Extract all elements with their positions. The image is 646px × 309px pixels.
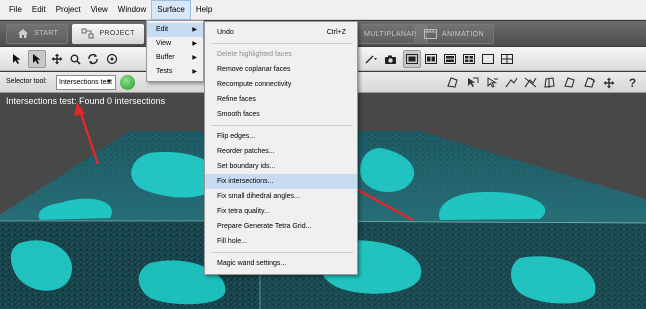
menu-separator — [211, 252, 353, 253]
layout-empty-icon[interactable] — [479, 50, 497, 68]
tab-animation-label: ANIMATION — [442, 30, 484, 38]
surface-menu-tests[interactable]: Tests ▶ — [147, 65, 203, 79]
surface-menu-edit[interactable]: Edit ▶ — [147, 23, 203, 37]
move-icon[interactable] — [48, 50, 66, 68]
menu-separator — [211, 125, 353, 126]
menu-item-delete-highlighted-faces: Delete highlighted faces — [217, 51, 292, 58]
submenu-arrow-icon: ▶ — [192, 69, 197, 75]
pointer-icon[interactable] — [8, 50, 26, 68]
menu-item-fill-hole[interactable]: Fill hole... — [205, 234, 357, 249]
home-icon — [16, 28, 29, 39]
layout-single-icon[interactable] — [403, 50, 421, 68]
menu-item-magic-wand-settings[interactable]: Magic wand settings... — [205, 256, 357, 271]
surface-menu-view-label: View — [156, 40, 172, 47]
pick-edge-icon[interactable] — [484, 74, 501, 91]
snapshot-icon[interactable] — [381, 50, 399, 68]
menu-item-prepare-generate-tetra-grid[interactable]: Prepare Generate Tetra Grid... — [205, 219, 357, 234]
lasso-select-icon[interactable] — [444, 74, 461, 91]
project-icon — [81, 28, 94, 39]
rotate-icon[interactable] — [84, 50, 102, 68]
layout-split-icon[interactable] — [422, 50, 440, 68]
menu-item-fix-intersections[interactable]: Fix intersections... — [205, 174, 357, 189]
menu-project[interactable]: Project — [51, 0, 86, 20]
menu-item-refine-faces[interactable]: Refine faces — [205, 92, 357, 107]
menu-item-flip-edges[interactable]: Flip edges... — [205, 129, 357, 144]
selector-tool-dropdown[interactable]: Intersections test ▼ — [56, 75, 116, 90]
surface-menu-tests-label: Tests — [156, 68, 173, 75]
polygon-deselect-icon[interactable] — [581, 74, 598, 91]
pick-patch-icon[interactable] — [541, 74, 558, 91]
submenu-arrow-icon: ▶ — [192, 41, 197, 47]
zoom-icon[interactable] — [66, 50, 84, 68]
menu-window[interactable]: Window — [113, 0, 151, 20]
menu-file[interactable]: File — [4, 0, 27, 20]
status-message: Intersections test: Found 0 intersection… — [6, 96, 166, 106]
surface-menu-buffer-label: Buffer — [156, 54, 175, 61]
menu-edit[interactable]: Edit — [27, 0, 51, 20]
selector-tool-label: Selector tool: — [6, 78, 47, 85]
submenu-arrow-icon: ▶ — [192, 27, 197, 33]
surface-menu-buffer[interactable]: Buffer ▶ — [147, 51, 203, 65]
layout-grid-icon[interactable] — [460, 50, 478, 68]
select-pointer-icon[interactable] — [28, 50, 46, 68]
pick-node-icon[interactable] — [503, 74, 520, 91]
surface-menu-view[interactable]: View ▶ — [147, 37, 203, 51]
edit-submenu: Undo Ctrl+Z Delete highlighted faces Rem… — [204, 21, 358, 275]
center-view-icon[interactable] — [103, 50, 121, 68]
help-icon[interactable]: ? — [624, 74, 641, 91]
move-selection-icon[interactable] — [600, 74, 617, 91]
tab-start-label: START — [34, 30, 59, 37]
menu-help[interactable]: Help — [191, 0, 217, 20]
menu-item-fix-tetra-quality[interactable]: Fix tetra quality... — [205, 204, 357, 219]
menu-item-recompute-connectivity[interactable]: Recompute connectivity — [205, 77, 357, 92]
tab-animation[interactable]: ANIMATION — [414, 24, 494, 44]
menu-item-smooth-faces[interactable]: Smooth faces — [205, 107, 357, 122]
tab-multiplanar-label: MULTIPLANAR — [364, 30, 417, 38]
menu-surface[interactable]: Surface — [151, 0, 191, 20]
film-icon — [424, 29, 437, 40]
surface-menu: Edit ▶ View ▶ Buffer ▶ Tests ▶ — [146, 20, 204, 82]
dropdown-arrow-icon: ▼ — [106, 79, 112, 85]
selector-tool-value: Intersections test — [59, 79, 112, 86]
submenu-arrow-icon: ▶ — [192, 55, 197, 61]
menu-item-undo-label: Undo — [217, 29, 234, 36]
menu-item-undo[interactable]: Undo Ctrl+Z — [205, 25, 357, 40]
camera-options-icon[interactable] — [363, 50, 381, 68]
undo-shortcut: Ctrl+Z — [326, 29, 346, 36]
menu-separator — [211, 43, 353, 44]
menu-item-set-boundary-ids[interactable]: Set boundary ids... — [205, 159, 357, 174]
surface-menu-edit-label: Edit — [156, 26, 169, 33]
menu-bar: File Edit Project View Window Surface He… — [0, 0, 646, 20]
layout-rows-icon[interactable] — [441, 50, 459, 68]
layout-quad-icon[interactable] — [498, 50, 516, 68]
polygon-select-icon[interactable] — [561, 74, 578, 91]
menu-view[interactable]: View — [86, 0, 113, 20]
pick-region-icon[interactable] — [522, 74, 539, 91]
menu-item-fix-small-dihedral-angles[interactable]: Fix small dihedral angles... — [205, 189, 357, 204]
tab-project[interactable]: PROJECT — [72, 23, 144, 44]
tab-start[interactable]: START — [6, 23, 69, 44]
menu-item-remove-coplanar-faces[interactable]: Remove coplanar faces — [205, 62, 357, 77]
pick-face-icon[interactable] — [464, 74, 481, 91]
tab-project-label: PROJECT — [99, 30, 135, 37]
run-selector-icon[interactable] — [120, 75, 135, 90]
menu-item-reorder-patches[interactable]: Reorder patches... — [205, 144, 357, 159]
